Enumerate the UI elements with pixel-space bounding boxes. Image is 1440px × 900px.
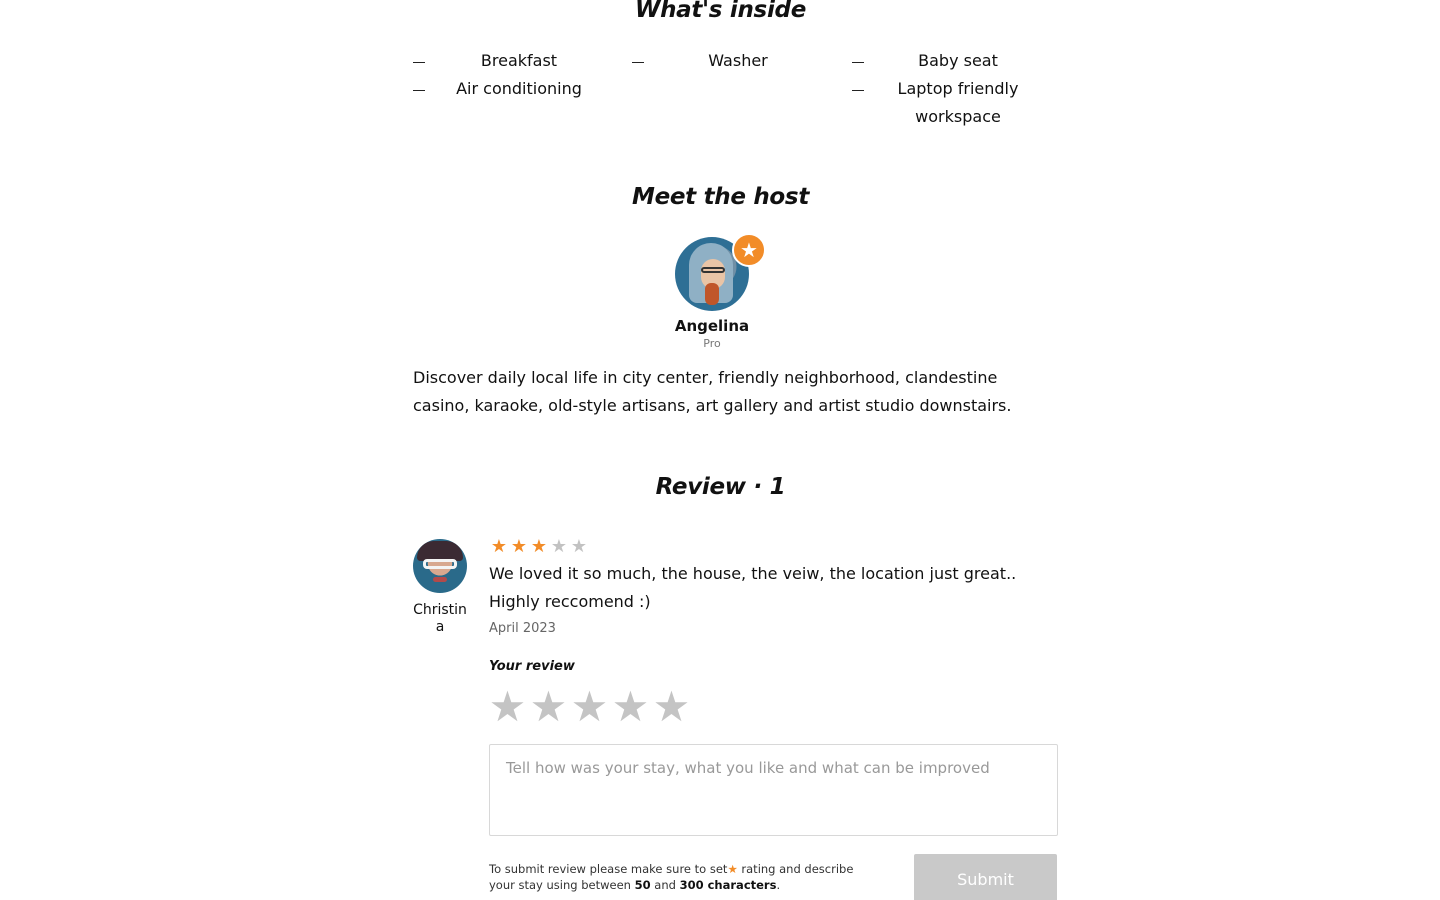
star-icon: ★ — [732, 233, 766, 267]
hint-text: and — [650, 878, 680, 892]
amenity-label: Breakfast — [480, 51, 558, 70]
star-icon: ★ — [490, 536, 508, 557]
hint-text: . — [776, 878, 781, 892]
rating-star-icon[interactable]: ★ — [569, 684, 610, 730]
rating-star-icon[interactable]: ★ — [528, 684, 569, 730]
meet-host-title: Meet the host — [631, 184, 810, 210]
host-description: Discover daily local life in city center… — [413, 368, 1012, 415]
dash-icon — [413, 90, 425, 91]
review-hint: To submit review please make sure to set… — [489, 861, 879, 893]
review-textarea[interactable] — [489, 744, 1058, 836]
whats-inside-title: What's inside — [635, 0, 806, 23]
host-level-badge: Pro — [703, 337, 721, 350]
hint-text: To submit review please make sure to set — [489, 862, 728, 876]
hint-min: 50 — [634, 878, 651, 892]
amenity-item: Laptop friendly workspace — [852, 75, 1042, 131]
submit-button[interactable]: Submit — [914, 854, 1057, 900]
review-date: April 2023 — [489, 621, 556, 636]
star-icon: ★ — [550, 536, 568, 557]
star-icon: ★ — [510, 536, 528, 557]
amenity-item: Air conditioning — [413, 75, 603, 103]
star-icon: ★ — [570, 536, 588, 557]
rating-star-icon[interactable]: ★ — [610, 684, 651, 730]
dash-icon — [852, 90, 864, 91]
reviews-title: Review · 1 — [655, 474, 786, 500]
your-review-label: Your review — [489, 659, 575, 674]
amenity-label: Air conditioning — [456, 79, 582, 98]
star-icon: ★ — [727, 862, 738, 876]
dash-icon — [632, 62, 644, 63]
hint-max: 300 characters — [679, 878, 777, 892]
amenity-item: Breakfast — [413, 47, 603, 75]
amenity-item: Baby seat — [852, 47, 1042, 75]
amenity-column-2: Washer — [632, 47, 822, 75]
rating-input[interactable]: ★ ★ ★ ★ ★ — [487, 684, 692, 730]
amenity-label: Laptop friendly workspace — [897, 79, 1019, 126]
dash-icon — [852, 62, 864, 63]
rating-star-icon[interactable]: ★ — [651, 684, 692, 730]
amenity-label: Baby seat — [918, 51, 998, 70]
reviewer-name: Christina — [413, 602, 467, 635]
dash-icon — [413, 62, 425, 63]
amenity-item: Washer — [632, 47, 822, 75]
host-name[interactable]: Angelina — [651, 316, 773, 336]
review-text: We loved it so much, the house, the veiw… — [489, 564, 1017, 611]
review-rating: ★ ★ ★ ★ ★ — [489, 536, 589, 558]
rating-star-icon[interactable]: ★ — [487, 684, 528, 730]
amenity-column-1: Breakfast Air conditioning — [413, 47, 603, 103]
star-icon: ★ — [530, 536, 548, 557]
avatar — [413, 539, 467, 593]
amenity-column-3: Baby seat Laptop friendly workspace — [852, 47, 1042, 131]
amenity-label: Washer — [708, 51, 768, 70]
